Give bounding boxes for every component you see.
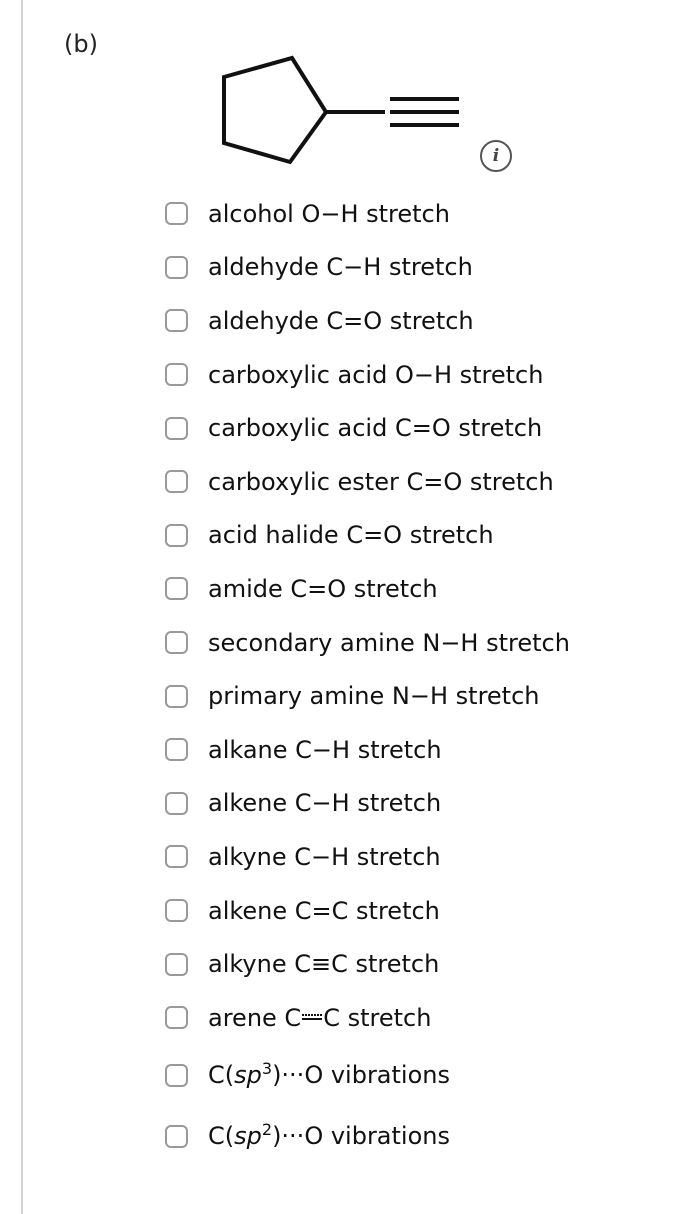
option-label: aldehyde C−H stretch xyxy=(208,253,473,282)
option-csp2-o[interactable]: C(sp2)···O vibrations xyxy=(165,1106,570,1167)
label-pre: C( xyxy=(208,1122,235,1150)
ethynylcyclopentane-structure xyxy=(222,55,459,165)
info-icon[interactable]: i xyxy=(480,140,512,172)
checkbox[interactable] xyxy=(165,363,188,387)
option-label: C(sp2)···O vibrations xyxy=(208,1122,450,1150)
option-aldehyde-ch[interactable]: aldehyde C−H stretch xyxy=(165,241,570,295)
option-label: alkyne C≡C stretch xyxy=(208,950,440,979)
label-italic: sp xyxy=(234,1061,262,1089)
checkbox[interactable] xyxy=(165,255,188,279)
option-label: carboxylic acid C=O stretch xyxy=(208,414,543,443)
option-alkyne-cc[interactable]: alkyne C≡C stretch xyxy=(165,937,570,991)
checkbox[interactable] xyxy=(165,845,188,869)
option-label: alkene C−H stretch xyxy=(208,789,442,818)
checkbox[interactable] xyxy=(165,470,188,494)
option-label: carboxylic acid O−H stretch xyxy=(208,360,544,389)
option-label: alkene C=C stretch xyxy=(208,896,440,925)
option-label: amide C=O stretch xyxy=(208,574,438,603)
option-carboxylic-ester-co[interactable]: carboxylic ester C=O stretch xyxy=(165,455,570,509)
option-label: aldehyde C=O stretch xyxy=(208,306,474,335)
checkbox[interactable] xyxy=(165,791,188,815)
option-alkane-ch[interactable]: alkane C−H stretch xyxy=(165,723,570,777)
option-amide-co[interactable]: amide C=O stretch xyxy=(165,562,570,616)
option-label: secondary amine N−H stretch xyxy=(208,628,570,657)
part-label: (b) xyxy=(64,30,98,58)
option-label: carboxylic ester C=O stretch xyxy=(208,467,554,496)
label-post: )···O vibrations xyxy=(272,1061,450,1089)
checkbox[interactable] xyxy=(165,523,188,547)
option-alkene-ch[interactable]: alkene C−H stretch xyxy=(165,777,570,831)
option-label: alkane C−H stretch xyxy=(208,735,442,764)
checkbox[interactable] xyxy=(165,899,188,923)
option-carboxylic-acid-oh[interactable]: carboxylic acid O−H stretch xyxy=(165,348,570,402)
label-sup: 3 xyxy=(261,1059,273,1078)
checkbox[interactable] xyxy=(165,1124,188,1148)
left-divider xyxy=(21,0,23,1214)
checkbox[interactable] xyxy=(165,631,188,655)
checkbox[interactable] xyxy=(165,577,188,601)
option-label: acid halide C=O stretch xyxy=(208,521,494,550)
checkbox[interactable] xyxy=(165,202,188,226)
label-pre: C( xyxy=(208,1061,235,1089)
checkbox[interactable] xyxy=(165,684,188,708)
checkbox[interactable] xyxy=(165,1006,188,1030)
option-acid-halide-co[interactable]: acid halide C=O stretch xyxy=(165,509,570,563)
option-carboxylic-acid-co[interactable]: carboxylic acid C=O stretch xyxy=(165,401,570,455)
info-glyph: i xyxy=(492,145,500,166)
option-alcohol-oh[interactable]: alcohol O−H stretch xyxy=(165,187,570,241)
label-post: )···O vibrations xyxy=(272,1122,450,1150)
option-csp3-o[interactable]: C(sp3)···O vibrations xyxy=(165,1045,570,1106)
option-secondary-amine-nh[interactable]: secondary amine N−H stretch xyxy=(165,616,570,670)
checkbox[interactable] xyxy=(165,738,188,762)
option-label: C(sp3)···O vibrations xyxy=(208,1061,450,1089)
checkbox[interactable] xyxy=(165,1063,188,1087)
checkbox[interactable] xyxy=(165,952,188,976)
option-alkyne-ch[interactable]: alkyne C−H stretch xyxy=(165,830,570,884)
option-label: alkyne C−H stretch xyxy=(208,842,441,871)
option-label: arene C C stretch xyxy=(208,1006,431,1030)
checkbox[interactable] xyxy=(165,309,188,333)
option-alkene-cc[interactable]: alkene C=C stretch xyxy=(165,884,570,938)
label-post: C stretch xyxy=(323,1003,432,1032)
aromatic-bond-icon xyxy=(301,1013,323,1025)
option-primary-amine-nh[interactable]: primary amine N−H stretch xyxy=(165,669,570,723)
checkbox[interactable] xyxy=(165,416,188,440)
option-label: primary amine N−H stretch xyxy=(208,682,540,711)
answer-options: alcohol O−H stretch aldehyde C−H stretch… xyxy=(165,187,570,1167)
label-pre: arene C xyxy=(208,1003,302,1032)
option-arene-cc[interactable]: arene C C stretch xyxy=(165,991,570,1045)
option-aldehyde-co[interactable]: aldehyde C=O stretch xyxy=(165,294,570,348)
label-sup: 2 xyxy=(261,1120,273,1139)
option-label: alcohol O−H stretch xyxy=(208,199,450,228)
label-italic: sp xyxy=(234,1122,262,1150)
